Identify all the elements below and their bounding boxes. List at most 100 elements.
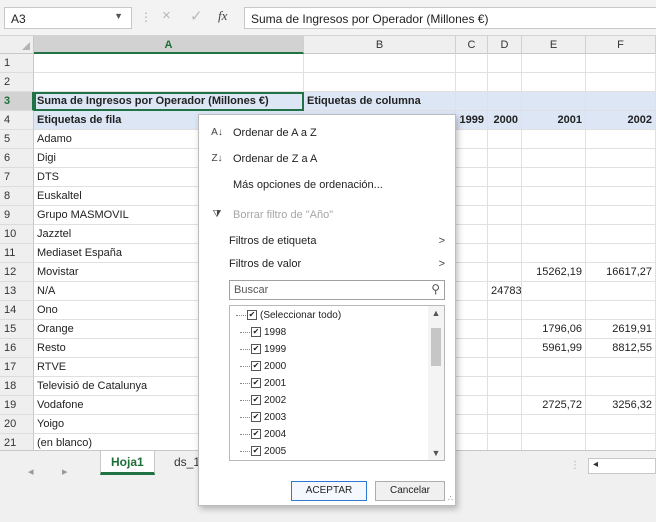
chevron-down-icon[interactable]: ▼ xyxy=(114,11,123,21)
row-header[interactable]: 20 xyxy=(0,415,34,434)
cell-d7[interactable] xyxy=(488,168,522,187)
tab-scroll-left-icon[interactable]: ◂ xyxy=(28,465,34,478)
select-all-corner[interactable] xyxy=(0,36,34,54)
cell-c6[interactable] xyxy=(456,149,488,168)
cell-f21[interactable] xyxy=(586,434,656,450)
column-header-a[interactable]: A xyxy=(34,36,304,54)
row-header[interactable]: 17 xyxy=(0,358,34,377)
row-header[interactable]: 21 xyxy=(0,434,34,450)
filter-list-item[interactable]: ✔ 2003 xyxy=(240,412,286,424)
resize-grip-icon[interactable]: ∴ xyxy=(448,494,453,503)
row-header[interactable]: 9 xyxy=(0,206,34,225)
cell-c7[interactable] xyxy=(456,168,488,187)
cell-d21[interactable] xyxy=(488,434,522,450)
cell-c3[interactable] xyxy=(456,92,488,111)
cell-e18[interactable] xyxy=(522,377,586,396)
cell-e10[interactable] xyxy=(522,225,586,244)
row-header[interactable]: 11 xyxy=(0,244,34,263)
cell-d1[interactable] xyxy=(488,54,522,73)
insert-function-icon[interactable]: fx xyxy=(218,8,227,24)
cell-e13[interactable] xyxy=(522,282,586,301)
enter-icon[interactable]: ✓ xyxy=(190,7,203,25)
cell-b2[interactable] xyxy=(304,73,456,92)
label-filters-item[interactable]: Filtros de etiqueta > xyxy=(199,229,455,253)
filter-list-item[interactable]: ✔ 2005 xyxy=(240,446,286,458)
row-header[interactable]: 12 xyxy=(0,263,34,282)
cell-f20[interactable] xyxy=(586,415,656,434)
cell-d12[interactable] xyxy=(488,263,522,282)
cell-f8[interactable] xyxy=(586,187,656,206)
cell-d15[interactable] xyxy=(488,320,522,339)
cell-d2[interactable] xyxy=(488,73,522,92)
row-header[interactable]: 8 xyxy=(0,187,34,206)
cell-c10[interactable] xyxy=(456,225,488,244)
row-header[interactable]: 18 xyxy=(0,377,34,396)
cell-d19[interactable] xyxy=(488,396,522,415)
more-sort-options-item[interactable]: Más opciones de ordenación... xyxy=(199,173,455,197)
scroll-thumb[interactable] xyxy=(431,328,441,366)
cell-e1[interactable] xyxy=(522,54,586,73)
filter-list-item[interactable]: ✔ (Seleccionar todo) xyxy=(236,310,341,322)
filter-list-item[interactable]: ✔ 2001 xyxy=(240,378,286,390)
cell-c1[interactable] xyxy=(456,54,488,73)
row-header[interactable]: 4 xyxy=(0,111,34,130)
cell-d9[interactable] xyxy=(488,206,522,225)
cell-c16[interactable] xyxy=(456,339,488,358)
checkbox-checked-icon[interactable]: ✔ xyxy=(251,446,261,457)
cell-c14[interactable] xyxy=(456,301,488,320)
cell-e12[interactable]: 15262,19 xyxy=(522,263,586,282)
scroll-up-icon[interactable]: ▲ xyxy=(428,308,444,318)
cell-f15[interactable]: 2619,91 xyxy=(586,320,656,339)
row-header[interactable]: 13 xyxy=(0,282,34,301)
cell-e3[interactable] xyxy=(522,92,586,111)
sort-z-a-item[interactable]: Z↓ Ordenar de Z a A xyxy=(199,147,455,171)
cell-c20[interactable] xyxy=(456,415,488,434)
formula-input[interactable]: Suma de Ingresos por Operador (Millones … xyxy=(244,7,656,29)
cell-e5[interactable] xyxy=(522,130,586,149)
sort-a-z-item[interactable]: A↓ Ordenar de A a Z xyxy=(199,121,455,145)
cell-c19[interactable] xyxy=(456,396,488,415)
accept-button[interactable]: ACEPTAR xyxy=(291,481,367,501)
row-header[interactable]: 19 xyxy=(0,396,34,415)
cell-d11[interactable] xyxy=(488,244,522,263)
cell-f12[interactable]: 16617,27 xyxy=(586,263,656,282)
cell-c9[interactable] xyxy=(456,206,488,225)
row-header[interactable]: 1 xyxy=(0,54,34,73)
cell-f13[interactable] xyxy=(586,282,656,301)
checkbox-checked-icon[interactable]: ✔ xyxy=(251,344,261,355)
cell-e15[interactable]: 1796,06 xyxy=(522,320,586,339)
cell-f9[interactable] xyxy=(586,206,656,225)
filter-list-item[interactable]: ✔ 1999 xyxy=(240,344,286,356)
checkbox-checked-icon[interactable]: ✔ xyxy=(251,429,261,440)
cell-d5[interactable] xyxy=(488,130,522,149)
value-filters-item[interactable]: Filtros de valor > xyxy=(199,252,455,276)
cell-f6[interactable] xyxy=(586,149,656,168)
row-header[interactable]: 16 xyxy=(0,339,34,358)
cell-a3[interactable]: Suma de Ingresos por Operador (Millones … xyxy=(34,92,304,111)
cell-e2[interactable] xyxy=(522,73,586,92)
checkbox-checked-icon[interactable]: ✔ xyxy=(251,395,261,406)
column-header-d[interactable]: D xyxy=(488,36,522,54)
horizontal-scrollbar[interactable]: ◂ xyxy=(588,458,656,474)
cell-c21[interactable] xyxy=(456,434,488,450)
row-header[interactable]: 14 xyxy=(0,301,34,320)
cell-f7[interactable] xyxy=(586,168,656,187)
checkbox-checked-icon[interactable]: ✔ xyxy=(251,378,261,389)
cell-f4[interactable]: 2002 xyxy=(586,111,656,130)
cell-d20[interactable] xyxy=(488,415,522,434)
checkbox-checked-icon[interactable]: ✔ xyxy=(247,310,257,321)
cell-f18[interactable] xyxy=(586,377,656,396)
cell-f2[interactable] xyxy=(586,73,656,92)
cell-d14[interactable] xyxy=(488,301,522,320)
cell-c11[interactable] xyxy=(456,244,488,263)
cell-f19[interactable]: 3256,32 xyxy=(586,396,656,415)
cell-c2[interactable] xyxy=(456,73,488,92)
cell-e17[interactable] xyxy=(522,358,586,377)
cell-d10[interactable] xyxy=(488,225,522,244)
row-header[interactable]: 7 xyxy=(0,168,34,187)
cell-f11[interactable] xyxy=(586,244,656,263)
scroll-down-icon[interactable]: ▼ xyxy=(428,448,444,458)
cell-c4[interactable]: 1999 xyxy=(456,111,488,130)
cell-d13[interactable]: 24783 xyxy=(488,282,522,301)
cell-c12[interactable] xyxy=(456,263,488,282)
